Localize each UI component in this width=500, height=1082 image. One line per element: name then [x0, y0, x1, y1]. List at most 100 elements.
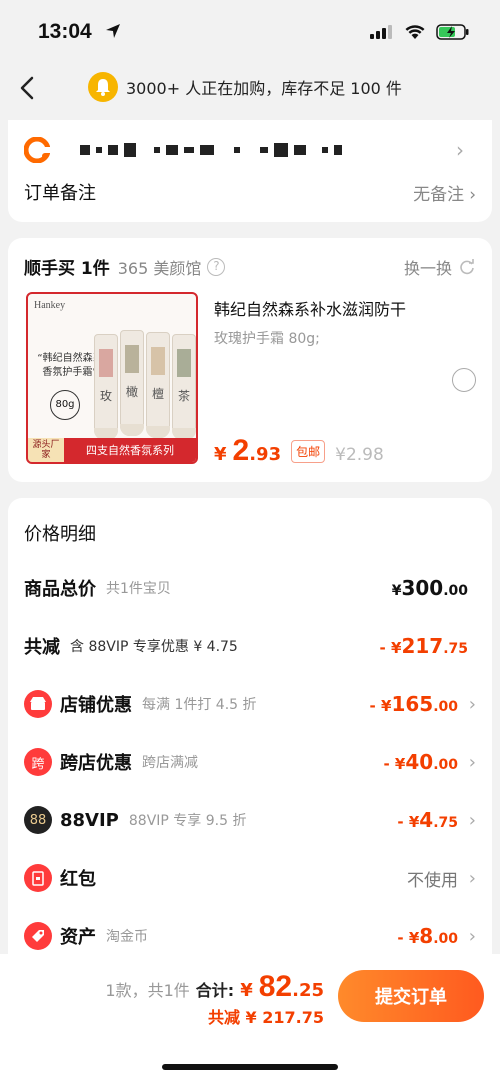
detail-label: 资产 [60, 927, 96, 948]
price-currency: ¥ [214, 444, 227, 465]
product-brand: Hankey [34, 300, 66, 311]
total-integer: 82 [258, 970, 293, 1003]
chevron-right-icon: › [468, 751, 476, 773]
value-integer: 4 [419, 808, 434, 832]
detail-row-cross-shop[interactable]: 跨 跨店优惠 跨店满减 - ¥ 40 .00 › [24, 742, 476, 782]
product-source-tag: 源头厂家 [28, 438, 64, 462]
tube-stripe [151, 347, 165, 375]
detail-label: 跨店优惠 [60, 753, 132, 774]
value-currency: - ¥ [383, 755, 406, 773]
value-decimal: .00 [433, 757, 458, 773]
chevron-right-icon: › [456, 138, 464, 162]
detail-label: 红包 [60, 869, 96, 890]
swap-button[interactable]: 换一换 [404, 255, 476, 279]
product-series-tag: 四支自然香氛系列 [86, 444, 174, 457]
value-decimal: .75 [433, 815, 458, 831]
original-price: ¥2.98 [335, 445, 384, 465]
detail-value: ¥ 300 .00 [392, 576, 468, 600]
tube-char: 檀 [151, 387, 164, 401]
shop-row[interactable]: › [24, 130, 478, 170]
tube-char: 玫 [99, 389, 112, 403]
status-bar: 13:04 [0, 0, 500, 64]
location-arrow-icon [106, 24, 120, 38]
refresh-icon [460, 258, 474, 274]
detail-row-total-reduce: 共减 含 88VIP 专享优惠 ¥ 4.75 - ¥ 217 .75 [24, 626, 476, 666]
help-icon[interactable]: ? [207, 257, 226, 276]
value-integer: 300 [401, 576, 444, 600]
product-image[interactable]: Hankey “韩纪自然森系香氛护手霜” 80g 玫 橄 檀 茶 源头厂家 四支… [26, 292, 198, 464]
value-integer: 217 [401, 634, 444, 658]
product-price: ¥ 2 .93 包邮 ¥2.98 [214, 434, 384, 468]
addon-header: 顺手买 1件 365 美颜馆 ? 换一换 [24, 254, 476, 279]
value-currency: ¥ [391, 583, 402, 599]
home-indicator[interactable] [162, 1064, 338, 1070]
value-currency: - ¥ [369, 697, 392, 715]
chevron-right-icon: › [468, 925, 476, 947]
order-info-card: › 订单备注 无备注 › [8, 120, 492, 222]
cross-shop-icon: 跨 [24, 748, 52, 776]
order-total: 1款，共1件 合计: ¥ 82 .25 [105, 970, 324, 1004]
price-detail-title: 价格明细 [24, 524, 96, 545]
order-remark-value: 无备注 [413, 184, 465, 205]
detail-sub: 含 88VIP 专享优惠 ¥ 4.75 [70, 639, 238, 655]
addon-select-radio[interactable] [452, 368, 476, 392]
total-reduce: 共减 ¥ 217.75 [207, 1008, 324, 1027]
nav-bar: 3000+ 人正在加购，库存不足 100 件 [0, 64, 500, 114]
price-detail-card: 价格明细 商品总价 共1件宝贝 ¥ 300 .00 共减 含 88VIP 专享优… [8, 498, 492, 968]
detail-value: - ¥ 40 .00 [383, 750, 458, 774]
order-remark-label: 订单备注 [24, 183, 96, 204]
detail-row-red-packet[interactable]: 红包 不使用 › [24, 858, 476, 898]
back-icon[interactable] [14, 74, 42, 102]
value-integer: 165 [391, 692, 434, 716]
item-count: 1款，共1件 [105, 981, 190, 1000]
tube-char: 茶 [177, 389, 190, 403]
redacted-shop-name [80, 143, 342, 157]
red-packet-icon [24, 864, 52, 892]
value-integer: 8 [419, 924, 434, 948]
detail-row-assets[interactable]: 资产 淘金币 - ¥ 8 .00 › [24, 916, 476, 956]
product-title[interactable]: 韩纪自然森系补水滋润防干 [214, 296, 406, 320]
detail-value: - ¥ 165 .00 [370, 692, 458, 716]
red-packet-value: 不使用 [407, 870, 458, 891]
addon-title: 顺手买 1件 [24, 259, 110, 279]
cellular-signal-icon [370, 25, 392, 39]
status-time: 13:04 [38, 20, 92, 43]
detail-sub: 88VIP 专享 9.5 折 [128, 813, 247, 829]
value-decimal: .00 [443, 583, 468, 599]
value-decimal: .00 [433, 931, 458, 947]
detail-row-total: 商品总价 共1件宝贝 ¥ 300 .00 [24, 568, 476, 608]
product-tube: 檀 [146, 332, 170, 438]
product-spec[interactable]: 玫瑰护手霜 80g; [214, 328, 320, 348]
value-currency: - ¥ [379, 639, 402, 657]
bell-icon [88, 72, 118, 102]
status-indicators [370, 24, 470, 40]
tube-stripe [99, 349, 113, 377]
product-weight-badge: 80g [50, 390, 80, 420]
detail-value: - ¥ 8 .00 [397, 924, 458, 948]
detail-row-shop-discount[interactable]: 店铺优惠 每满 1件打 4.5 折 - ¥ 165 .00 › [24, 684, 476, 724]
tube-stripe [125, 345, 139, 373]
detail-label: 88VIP [60, 809, 119, 831]
shop-discount-icon [24, 690, 52, 718]
detail-row-88vip[interactable]: 88 88VIP 88VIP 专享 9.5 折 - ¥ 4 .75 › [24, 800, 476, 840]
wifi-icon [405, 25, 425, 39]
product-banner: 源头厂家 四支自然香氛系列 [28, 438, 196, 462]
chevron-right-icon: › [468, 809, 476, 831]
value-integer: 40 [405, 750, 434, 774]
total-decimal: .25 [292, 980, 324, 1001]
detail-sub: 跨店满减 [142, 755, 198, 771]
total-label: 合计: [195, 981, 235, 1000]
tube-stripe [177, 349, 191, 377]
order-remark-value-wrap: 无备注 › [413, 180, 476, 205]
product-tube: 橄 [120, 330, 144, 436]
product-tube: 玫 [94, 334, 118, 440]
order-remark-row[interactable]: 订单备注 无备注 › [24, 174, 476, 210]
submit-order-button[interactable]: 提交订单 [338, 970, 484, 1022]
addon-card: 顺手买 1件 365 美颜馆 ? 换一换 Hankey “韩纪自然森系香氛护手霜… [8, 238, 492, 482]
value-currency: - ¥ [397, 929, 420, 947]
88vip-icon: 88 [24, 806, 52, 834]
detail-value: - ¥ 217 .75 [380, 634, 468, 658]
detail-label: 共减 [24, 637, 60, 658]
shop-logo-icon [24, 137, 50, 163]
checkout-bar: 1款，共1件 合计: ¥ 82 .25 共减 ¥ 217.75 提交订单 [0, 954, 500, 1082]
